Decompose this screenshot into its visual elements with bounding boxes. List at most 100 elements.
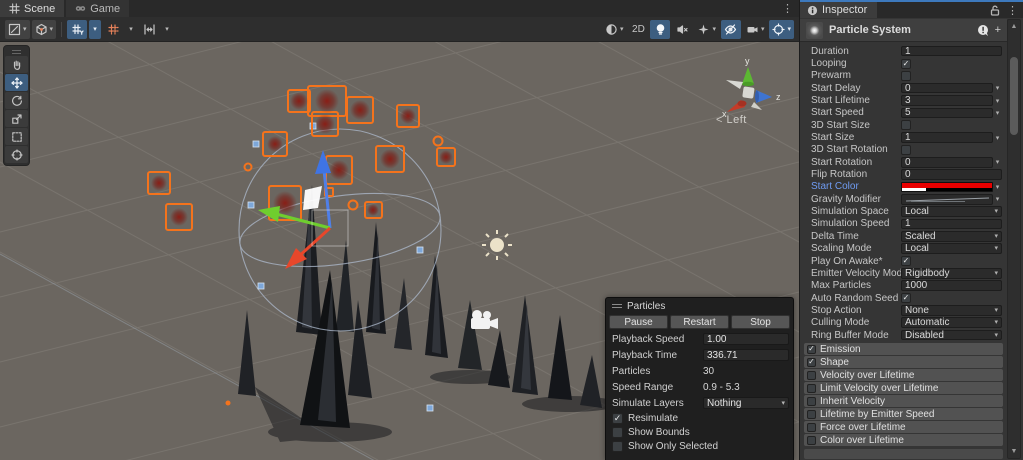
scene-tab-menu-icon[interactable]: ⋮ <box>782 0 793 17</box>
prewarm-checkbox[interactable] <box>901 71 911 81</box>
simulate-layers-dropdown[interactable]: Nothing▾ <box>703 397 789 409</box>
add-icon[interactable]: + <box>995 24 1001 36</box>
2d-mode-button[interactable]: 2D <box>628 20 648 39</box>
auto-random-seed-checkbox[interactable]: ✓ <box>901 293 911 303</box>
show-bounds-checkbox[interactable] <box>612 427 623 438</box>
scaling-mode-dropdown[interactable]: Local▾ <box>901 243 1002 254</box>
shape-module-checkbox[interactable]: ✓ <box>807 358 816 367</box>
resimulate-toggle[interactable]: ✓Resimulate <box>606 411 793 425</box>
start-delay-mode-dropdown-icon[interactable]: ▾ <box>993 84 1002 92</box>
play-on-awake-checkbox[interactable]: ✓ <box>901 256 911 266</box>
component-header[interactable]: Particle System + <box>800 19 1007 42</box>
delta-time-dropdown[interactable]: Scaled▾ <box>901 231 1002 242</box>
particles-pause-button[interactable]: Pause <box>609 315 668 329</box>
presets-bubble-icon[interactable] <box>977 24 990 37</box>
module-row-inherit-velocity[interactable]: Inherit Velocity <box>804 395 1003 407</box>
show-only-selected-checkbox[interactable] <box>612 441 623 452</box>
move-tool-button[interactable] <box>5 74 28 91</box>
module-row-shape[interactable]: ✓Shape <box>804 356 1003 368</box>
palette-drag-handle[interactable] <box>5 48 28 55</box>
start-size-mode-dropdown-icon[interactable]: ▾ <box>993 134 1002 142</box>
tab-game[interactable]: Game <box>66 0 129 17</box>
duration-field[interactable]: 1 <box>901 46 1002 57</box>
playback-speed-field[interactable]: 1.00 <box>703 333 789 345</box>
grid-visibility-dropdown[interactable]: ▾ <box>89 20 101 39</box>
module-row-velocity-over-lifetime[interactable]: Velocity over Lifetime <box>804 369 1003 381</box>
color-over-lifetime-module-checkbox[interactable] <box>807 436 816 445</box>
grid-snap-button[interactable] <box>103 20 123 39</box>
ring-buffer-mode-dropdown[interactable]: Disabled▾ <box>901 330 1002 341</box>
audio-mute-button[interactable] <box>672 20 692 39</box>
scene-viewport[interactable]: y z x < Left Particles PauseRestartStop … <box>0 42 799 460</box>
camera-gizmo-icon[interactable] <box>471 310 498 329</box>
simulation-speed-field[interactable]: 1 <box>901 219 1002 230</box>
show-bounds-toggle[interactable]: Show Bounds <box>606 425 793 439</box>
module-row-color-over-lifetime[interactable]: Color over Lifetime <box>804 434 1003 446</box>
module-row-lifetime-by-emitter-speed[interactable]: Lifetime by Emitter Speed <box>804 408 1003 420</box>
start-color-swatch[interactable] <box>901 182 993 193</box>
particles-restart-button[interactable]: Restart <box>670 315 729 329</box>
flip-rotation-field[interactable]: 0 <box>901 169 1002 180</box>
directional-light-icon[interactable] <box>482 230 512 260</box>
orientation-gizmo[interactable]: y z x <box>710 56 786 118</box>
lock-icon[interactable] <box>990 5 1000 16</box>
rotate-tool-button[interactable] <box>5 92 28 109</box>
particles-stop-button[interactable]: Stop <box>731 315 790 329</box>
stop-action-dropdown[interactable]: None▾ <box>901 305 1002 316</box>
scroll-down-icon[interactable]: ▼ <box>1008 448 1020 455</box>
gizmos-toggle-button[interactable]: ▾ <box>769 20 794 39</box>
3d-start-size-checkbox[interactable] <box>901 120 911 130</box>
module-row-force-over-lifetime[interactable]: Force over Lifetime <box>804 421 1003 433</box>
force-over-lifetime-module-checkbox[interactable] <box>807 423 816 432</box>
start-color-mode-dropdown-icon[interactable]: ▾ <box>993 183 1002 191</box>
start-rotation-field[interactable]: 0 <box>901 157 993 168</box>
tool-handle-position-button[interactable]: ▾ <box>5 20 30 39</box>
looping-checkbox[interactable]: ✓ <box>901 59 911 69</box>
playback-time-field[interactable]: 336.71 <box>703 349 789 361</box>
effects-button[interactable]: ▾ <box>694 20 719 39</box>
inspector-scrollbar[interactable]: ▲ ▼ <box>1007 19 1021 459</box>
hand-tool-button[interactable] <box>5 56 28 73</box>
start-speed-field[interactable]: 5 <box>901 108 993 119</box>
module-row-partial[interactable] <box>804 449 1003 459</box>
gravity-modifier-mode-dropdown-icon[interactable]: ▾ <box>993 195 1002 203</box>
inherit-velocity-module-checkbox[interactable] <box>807 397 816 406</box>
grid-visibility-button[interactable] <box>67 20 87 39</box>
start-speed-mode-dropdown-icon[interactable]: ▾ <box>993 109 1002 117</box>
3d-start-rotation-checkbox[interactable] <box>901 145 911 155</box>
simulation-space-dropdown[interactable]: Local▾ <box>901 206 1002 217</box>
show-only-selected-toggle[interactable]: Show Only Selected <box>606 439 793 453</box>
max-particles-field[interactable]: 1000 <box>901 280 1002 291</box>
velocity-over-lifetime-module-checkbox[interactable] <box>807 371 816 380</box>
view-angle-label[interactable]: < Left <box>716 114 747 126</box>
snap-increment-dropdown[interactable]: ▾ <box>161 20 173 39</box>
tool-pivot-button[interactable]: ▾ <box>32 20 57 39</box>
culling-mode-dropdown[interactable]: Automatic▾ <box>901 317 1002 328</box>
gravity-modifier-curve-field[interactable] <box>901 194 993 205</box>
transform-tool-button[interactable] <box>5 146 28 163</box>
scene-lighting-button[interactable] <box>650 20 670 39</box>
snap-increment-button[interactable] <box>139 20 159 39</box>
start-size-field[interactable]: 1 <box>901 132 993 143</box>
module-row-limit-velocity-over-lifetime[interactable]: Limit Velocity over Lifetime <box>804 382 1003 394</box>
draw-mode-button[interactable]: ▾ <box>602 20 627 39</box>
camera-settings-button[interactable]: ▾ <box>743 20 768 39</box>
scrollbar-thumb[interactable] <box>1010 57 1018 135</box>
limit-velocity-over-lifetime-module-checkbox[interactable] <box>807 384 816 393</box>
emitter-velocity-mode-dropdown[interactable]: Rigidbody▾ <box>901 268 1002 279</box>
tab-scene[interactable]: Scene <box>0 0 64 17</box>
grid-snap-dropdown[interactable]: ▾ <box>125 20 137 39</box>
start-lifetime-mode-dropdown-icon[interactable]: ▾ <box>993 97 1002 105</box>
inspector-menu-icon[interactable]: ⋮ <box>1007 4 1018 17</box>
tab-inspector[interactable]: Inspector <box>800 2 877 18</box>
module-row-emission[interactable]: ✓Emission <box>804 343 1003 355</box>
start-rotation-mode-dropdown-icon[interactable]: ▾ <box>993 158 1002 166</box>
resimulate-checkbox[interactable]: ✓ <box>612 413 623 424</box>
start-delay-field[interactable]: 0 <box>901 83 993 94</box>
lifetime-by-emitter-speed-module-checkbox[interactable] <box>807 410 816 419</box>
particles-panel-header[interactable]: Particles <box>606 298 793 312</box>
rect-tool-button[interactable] <box>5 128 28 145</box>
start-lifetime-field[interactable]: 3 <box>901 95 993 106</box>
emission-module-checkbox[interactable]: ✓ <box>807 345 816 354</box>
scale-tool-button[interactable] <box>5 110 28 127</box>
